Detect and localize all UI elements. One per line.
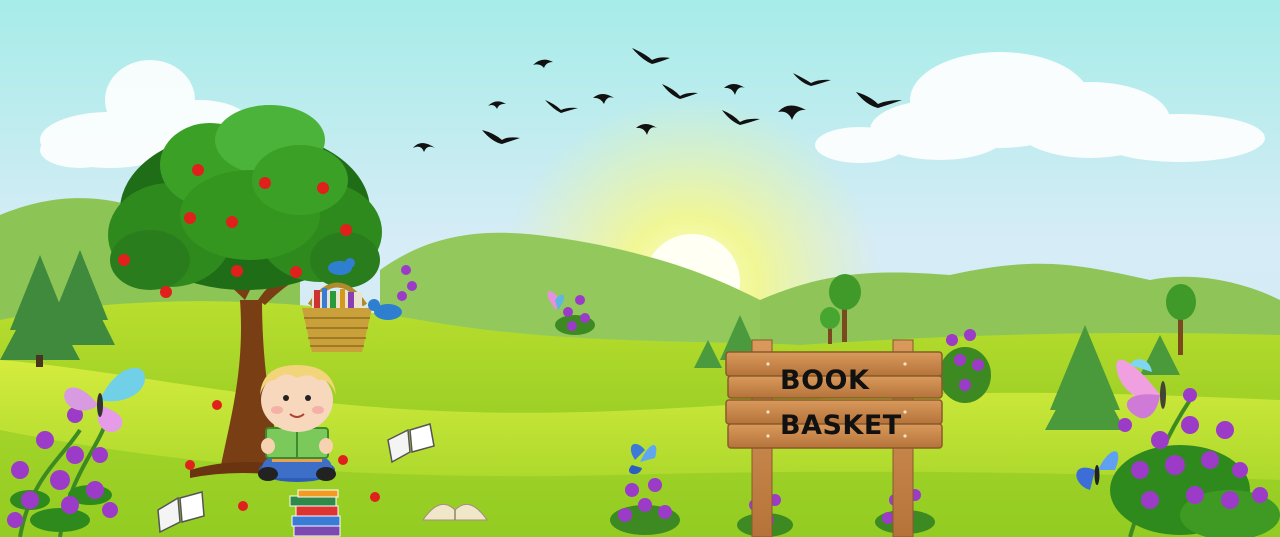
scene-illustration: [0, 0, 1280, 537]
sign-title-line-1: BOOK: [780, 365, 870, 396]
book-basket-icon: [302, 282, 372, 352]
sign-title-line-2: BASKET: [780, 410, 902, 441]
book-stack-icon: [289, 489, 341, 537]
book-basket-scene: BOOK BASKET: [0, 0, 1280, 537]
